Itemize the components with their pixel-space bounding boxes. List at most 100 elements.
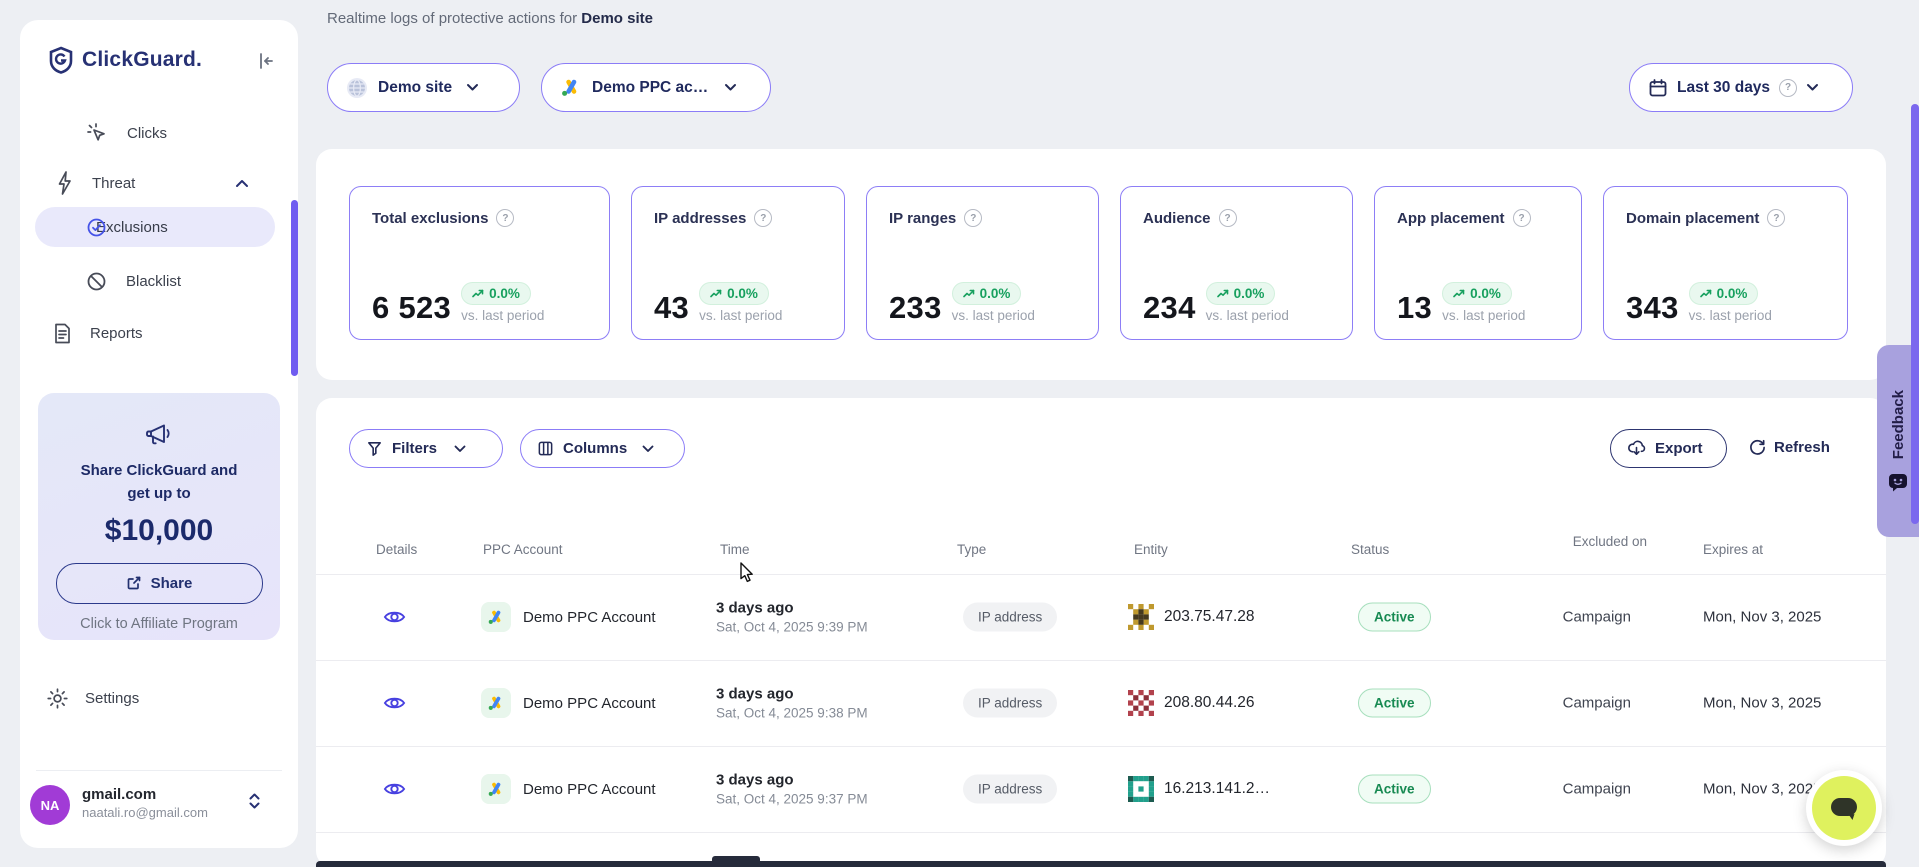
date-range-dropdown[interactable]: Last 30 days (1629, 63, 1853, 112)
external-link-icon (126, 575, 142, 591)
calendar-icon (1648, 78, 1668, 98)
column-header-ppc-account[interactable]: PPC Account (483, 542, 563, 557)
sidebar-item-label: Threat (92, 175, 135, 192)
stat-value: 6 523 (372, 292, 451, 323)
export-label: Export (1655, 440, 1703, 457)
google-ads-icon (481, 688, 511, 718)
lightning-icon (54, 170, 76, 196)
site-selector-dropdown[interactable]: Demo site (327, 63, 520, 112)
trend-up-icon (963, 289, 975, 298)
chat-launcher-button[interactable] (1806, 770, 1882, 846)
stat-value: 343 (1626, 292, 1679, 323)
sidebar-item-settings[interactable]: Settings (20, 678, 298, 718)
stat-value: 233 (889, 292, 942, 323)
column-header-expires-at[interactable]: Expires at (1703, 542, 1763, 557)
expand-up-down-icon[interactable] (248, 792, 261, 810)
stat-card-app-placement: App placement 13 0.0% vs. last period (1374, 186, 1582, 340)
sidebar-item-reports[interactable]: Reports (20, 315, 298, 351)
help-icon[interactable] (1779, 79, 1797, 97)
entity-value: 208.80.44.26 (1164, 694, 1255, 712)
sidebar-item-threat[interactable]: Threat (20, 165, 298, 201)
globe-icon (346, 77, 368, 99)
affiliate-promo-card[interactable]: Share ClickGuard and get up to $10,000 S… (38, 393, 280, 640)
expires-at-value: Mon, Nov 3, 2025 (1703, 781, 1821, 798)
feedback-label: Feedback (1890, 390, 1907, 459)
columns-dropdown[interactable]: Columns (520, 429, 685, 468)
megaphone-icon (144, 421, 174, 449)
export-button[interactable]: Export (1610, 429, 1727, 468)
badge-check-icon (86, 217, 107, 238)
stat-label: App placement (1397, 210, 1505, 227)
exclusions-table-panel: Filters Columns Export Refresh Details P… (316, 398, 1886, 867)
stat-card-ip-addresses: IP addresses 43 0.0% vs. last period (631, 186, 845, 340)
entity-value: 16.213.141.2… (1164, 780, 1270, 798)
stat-change: 0.0% (980, 286, 1011, 301)
sidebar-item-exclusions[interactable]: Exclusions (35, 207, 275, 247)
chevron-up-icon[interactable] (235, 179, 249, 188)
user-account-menu[interactable]: NA gmail.com naatali.ro@gmail.com (20, 780, 298, 836)
entity-value: 203.75.47.28 (1164, 608, 1255, 626)
collapse-sidebar-icon[interactable] (255, 50, 277, 72)
stats-panel: Total exclusions 6 523 0.0% vs. last per… (316, 149, 1886, 380)
chevron-down-icon (642, 445, 654, 453)
ppc-account-selector-dropdown[interactable]: Demo PPC ac… (541, 63, 771, 112)
help-icon[interactable] (1513, 209, 1531, 227)
share-button[interactable]: Share (56, 563, 263, 604)
sidebar-item-clicks[interactable]: Clicks (20, 115, 298, 151)
excluded-on-value: Campaign (1523, 781, 1631, 798)
status-badge: Active (1358, 689, 1431, 718)
stat-label: Domain placement (1626, 210, 1759, 227)
help-icon[interactable] (1767, 209, 1785, 227)
refresh-button[interactable]: Refresh (1749, 439, 1830, 456)
view-details-eye-icon[interactable] (383, 695, 406, 712)
stat-change: 0.0% (1717, 286, 1748, 301)
excluded-on-value: Campaign (1523, 609, 1631, 626)
type-badge: IP address (963, 775, 1057, 804)
column-header-time[interactable]: Time (720, 542, 750, 557)
column-header-excluded-on[interactable]: Excluded on (1523, 533, 1647, 552)
columns-icon (537, 440, 554, 457)
time-absolute: Sat, Oct 4, 2025 9:39 PM (716, 620, 868, 635)
sidebar-item-blacklist[interactable]: Blacklist (20, 263, 298, 299)
chevron-down-icon (466, 83, 479, 92)
column-header-entity[interactable]: Entity (1134, 542, 1168, 557)
entity-identicon (1128, 604, 1154, 630)
stat-card-ip-ranges: IP ranges 233 0.0% vs. last period (866, 186, 1099, 340)
clickguard-logo: ClickGuard. (48, 46, 202, 74)
page-subtitle: Realtime logs of protective actions for … (327, 10, 653, 27)
trend-up-icon (710, 289, 722, 298)
column-header-type[interactable]: Type (957, 542, 986, 557)
column-header-status[interactable]: Status (1351, 542, 1389, 557)
type-badge: IP address (963, 689, 1057, 718)
stat-label: Audience (1143, 210, 1211, 227)
help-icon[interactable] (496, 209, 514, 227)
help-icon[interactable] (964, 209, 982, 227)
clickguard-shield-icon (48, 46, 74, 74)
stat-change: 0.0% (1234, 286, 1265, 301)
help-icon[interactable] (1219, 209, 1237, 227)
chevron-down-icon (724, 83, 737, 92)
affiliate-program-link[interactable]: Click to Affiliate Program (80, 616, 238, 632)
stat-value: 43 (654, 292, 689, 323)
time-relative: 3 days ago (716, 686, 868, 703)
sidebar-divider (36, 770, 282, 771)
avatar: NA (30, 785, 70, 825)
column-header-details[interactable]: Details (376, 542, 417, 557)
ppc-account-name: Demo PPC Account (523, 695, 656, 712)
page-scrollbar-thumb[interactable] (1911, 104, 1919, 524)
stat-label: IP ranges (889, 210, 956, 227)
help-icon[interactable] (754, 209, 772, 227)
view-details-eye-icon[interactable] (383, 781, 406, 798)
stat-value: 13 (1397, 292, 1432, 323)
filters-dropdown[interactable]: Filters (349, 429, 503, 468)
user-email: naatali.ro@gmail.com (82, 805, 208, 820)
cursor-click-icon (85, 121, 109, 145)
filters-label: Filters (392, 440, 437, 457)
table-horizontal-scrollbar[interactable] (316, 861, 1886, 867)
feedback-chat-icon (1888, 473, 1908, 492)
sidebar-scrollbar-thumb[interactable] (291, 200, 298, 376)
chevron-down-icon (1806, 83, 1819, 92)
trend-up-icon (472, 289, 484, 298)
view-details-eye-icon[interactable] (383, 609, 406, 626)
stat-card-audience: Audience 234 0.0% vs. last period (1120, 186, 1353, 340)
